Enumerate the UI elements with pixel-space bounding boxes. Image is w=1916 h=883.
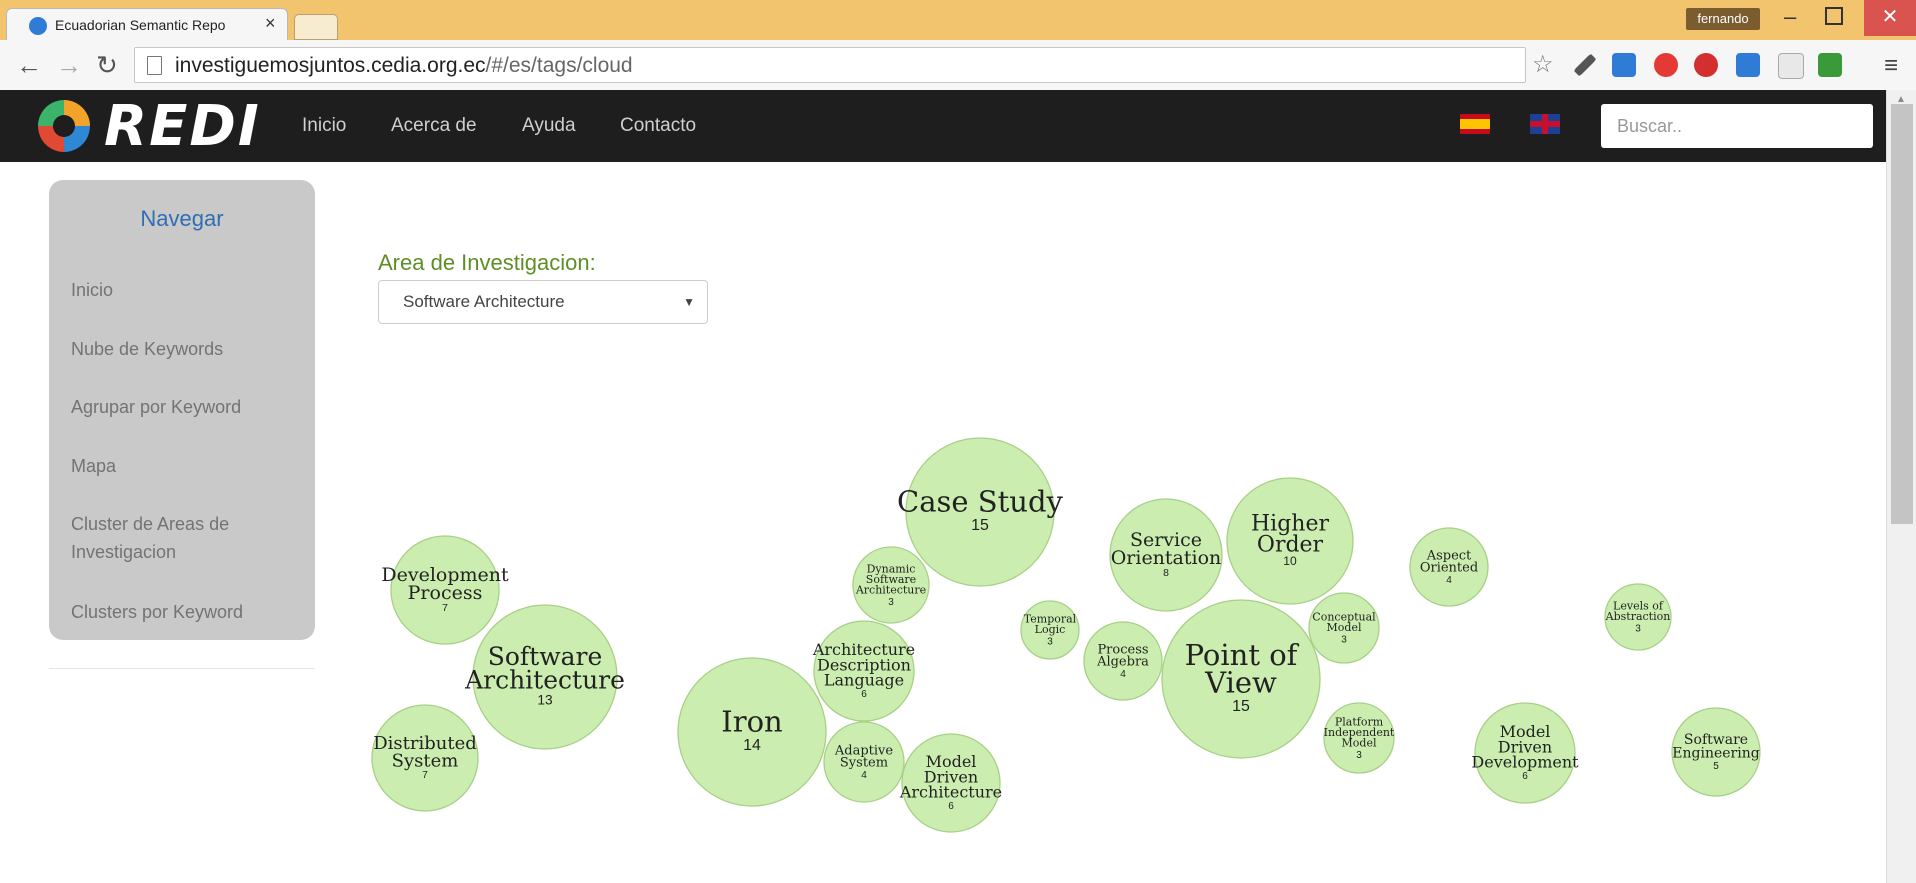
bubble-label: Process [408, 582, 483, 604]
keyword-bubble-cloud: Case Study15Point ofView15Iron14Software… [371, 437, 1761, 833]
keyword-bubble[interactable]: ModelDrivenDevelopment6 [1471, 702, 1579, 804]
bubble-count: 5 [1713, 761, 1719, 772]
bubble-label: System [840, 756, 888, 771]
keyword-bubble[interactable]: ServiceOrientation8 [1109, 498, 1223, 612]
bubble-label: Architecture [855, 583, 926, 596]
bubble-count: 6 [1522, 771, 1528, 782]
bubble-label: Architecture [464, 666, 625, 695]
bubble-label: Abstraction [1605, 610, 1671, 623]
bubble-count: 7 [442, 603, 448, 614]
bubble-count: 15 [971, 517, 989, 534]
bubble-label: Model [1327, 621, 1362, 634]
keyword-bubble[interactable]: DynamicSoftwareArchitecture3 [852, 546, 930, 624]
bubble-label: Language [824, 670, 904, 689]
bubble-label: Development [1471, 752, 1579, 771]
keyword-bubble[interactable]: ArchitectureDescriptionLanguage6 [812, 620, 915, 722]
bubble-count: 13 [537, 692, 553, 707]
keyword-bubble[interactable]: AspectOriented4 [1409, 527, 1489, 607]
bubble-count: 6 [948, 801, 954, 812]
bubble-label: View [1204, 666, 1277, 700]
bubble-count: 6 [861, 689, 867, 700]
bubble-count: 3 [1356, 750, 1362, 761]
browser-menu-icon[interactable]: ≡ [1884, 52, 1898, 80]
bubble-count: 7 [422, 770, 428, 781]
keyword-bubble[interactable]: ProcessAlgebra4 [1083, 621, 1163, 701]
page-scrollbar[interactable]: ▲ [1886, 90, 1916, 883]
keyword-bubble[interactable]: SoftwareArchitecture13 [464, 604, 625, 750]
bubble-label: System [392, 750, 459, 771]
keyword-bubble[interactable]: DevelopmentProcess7 [381, 535, 509, 645]
bubble-count: 3 [1047, 637, 1053, 648]
keyword-bubble[interactable]: Point ofView15 [1161, 599, 1321, 759]
keyword-bubble[interactable]: Iron14 [677, 657, 827, 807]
bubble-label: Engineering [1672, 745, 1759, 761]
keyword-bubble[interactable]: SoftwareEngineering5 [1671, 707, 1761, 797]
keyword-bubble[interactable]: PlatformIndependentModel3 [1323, 702, 1395, 774]
bubble-count: 3 [888, 597, 894, 608]
keyword-bubble[interactable]: HigherOrder10 [1226, 477, 1354, 605]
bubble-count: 8 [1163, 568, 1169, 579]
keyword-bubble[interactable]: AdaptiveSystem4 [823, 721, 905, 803]
bubble-label: Iron [721, 705, 782, 739]
bubble-count: 3 [1341, 635, 1347, 646]
bubble-label: Orientation [1111, 547, 1222, 569]
bubble-label: Logic [1035, 623, 1066, 636]
bubble-count: 4 [861, 770, 867, 781]
keyword-bubble[interactable]: Levels ofAbstraction3 [1604, 583, 1672, 651]
bubble-label: Architecture [899, 782, 1002, 801]
bubble-label: Algebra [1096, 655, 1149, 670]
bubble-label: Model [1342, 736, 1377, 749]
keyword-bubble[interactable]: DistributedSystem7 [371, 704, 479, 812]
bubble-count: 10 [1283, 554, 1297, 568]
bubble-count: 15 [1232, 698, 1250, 715]
bubble-count: 14 [743, 737, 761, 754]
bubble-count: 3 [1635, 624, 1641, 635]
bubble-label: Case Study [897, 485, 1064, 519]
bubble-count: 4 [1446, 575, 1452, 586]
bubble-label: Oriented [1420, 561, 1478, 576]
keyword-bubble[interactable]: TemporalLogic3 [1020, 600, 1080, 660]
keyword-bubble[interactable]: ModelDrivenArchitecture6 [899, 733, 1002, 833]
keyword-bubble[interactable]: ConceptualModel3 [1308, 592, 1380, 664]
scrollbar-thumb[interactable] [1891, 104, 1913, 524]
bubble-count: 4 [1120, 669, 1126, 680]
